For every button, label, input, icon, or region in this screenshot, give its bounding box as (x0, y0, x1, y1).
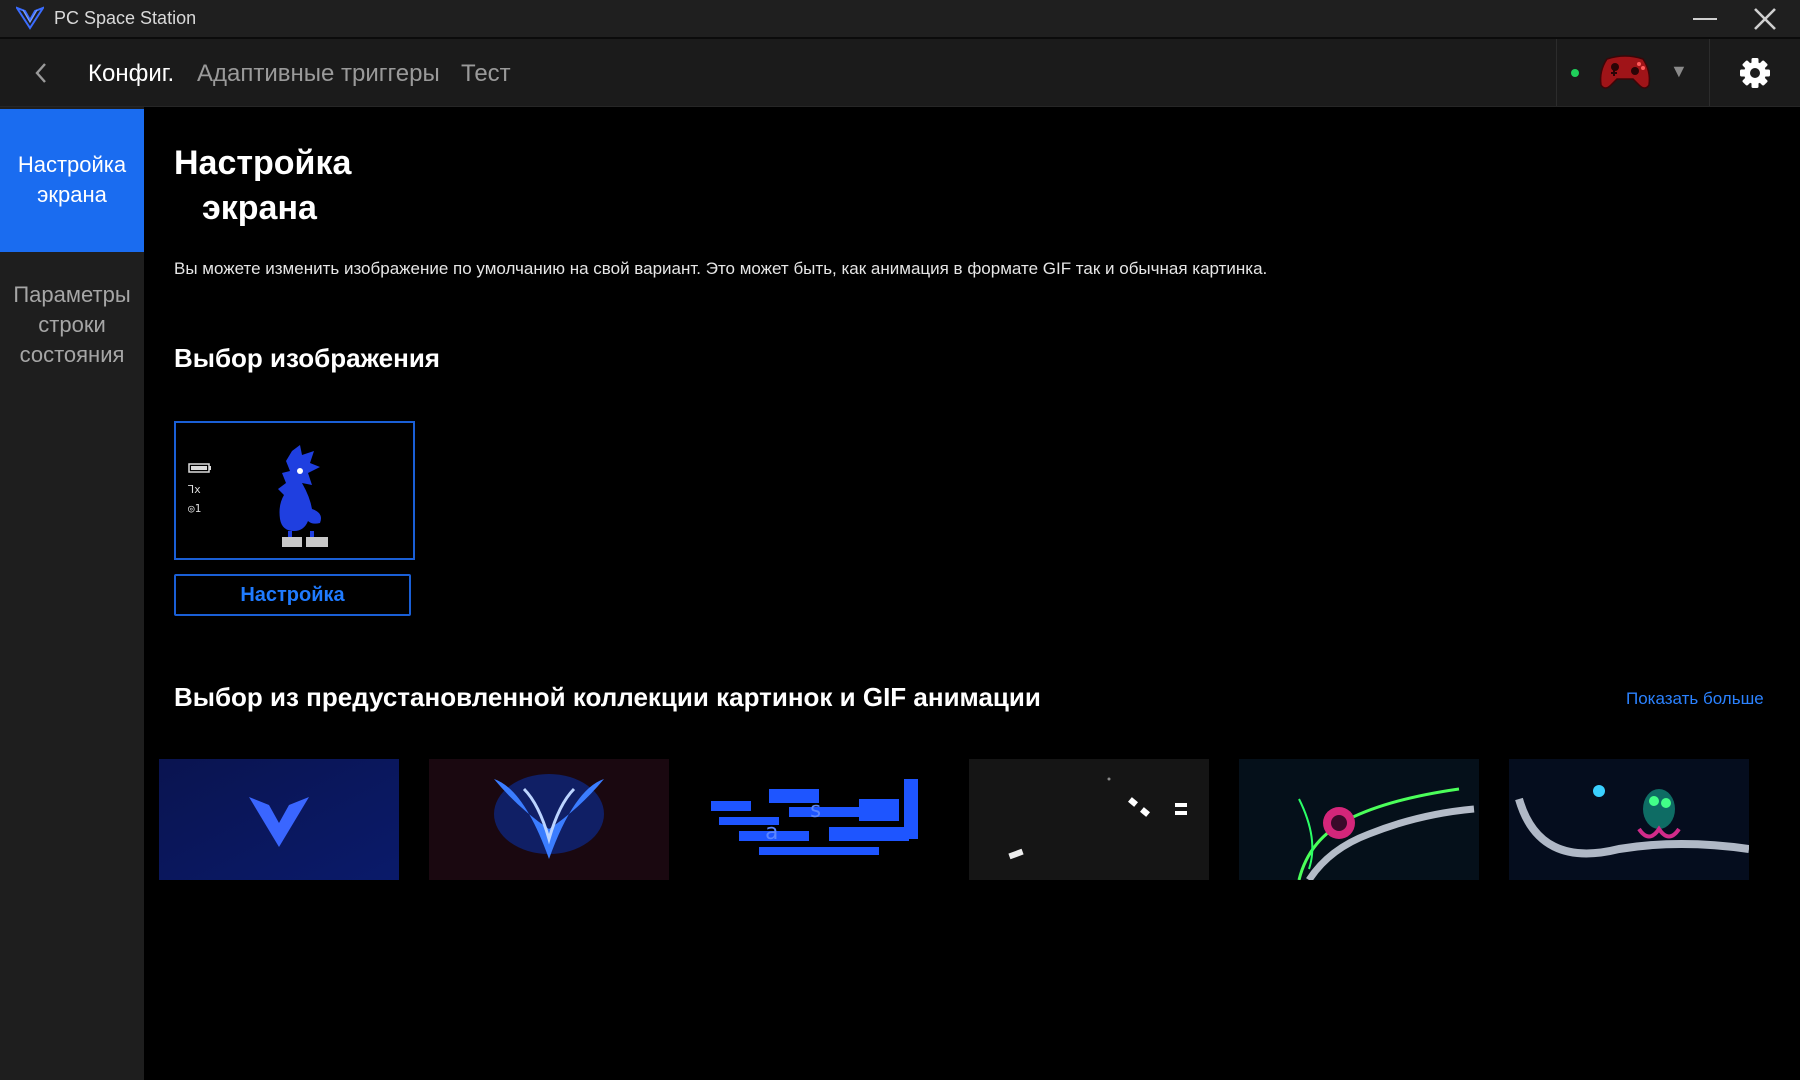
thumbnail-dark-particles[interactable] (969, 759, 1209, 880)
chevron-left-icon (35, 63, 46, 83)
sidebar-item-screen-settings[interactable]: Настройка экрана (0, 109, 144, 252)
battery-icon (188, 461, 212, 480)
close-button[interactable] (1740, 0, 1790, 37)
main-content: Настройка экрана Вы можете изменить изоб… (144, 107, 1800, 1080)
app-logo-icon (16, 6, 44, 30)
device-selector[interactable]: ▼ (1556, 39, 1710, 106)
sidebar-item-status-bar-params[interactable]: Параметры строки состояния (0, 280, 144, 370)
thumbnail-blue-logo[interactable] (159, 759, 399, 880)
preview-slot-row: Ꞁx (188, 480, 212, 499)
thumbnail-neon-octopus[interactable] (1509, 759, 1749, 880)
page-title-line1: Настройка (174, 144, 352, 182)
thumbnail-blue-flame-logo[interactable] (429, 759, 669, 880)
thumbnail-glitch-text[interactable]: s a (699, 759, 939, 880)
settings-button[interactable] (1736, 54, 1774, 92)
sidebar: Настройка экрана Параметры строки состоя… (0, 107, 144, 1080)
image-section-title: Выбор изображения (174, 343, 440, 373)
mascot-image (278, 445, 328, 547)
tab-config[interactable]: Конфиг. (88, 60, 174, 88)
page-title: Настройка экрана (174, 141, 394, 231)
chevron-down-icon: ▼ (1670, 61, 1688, 81)
current-image-preview[interactable]: Ꞁx ◎1 (174, 421, 415, 560)
thumbnail-neon-green-tentacle[interactable] (1239, 759, 1479, 880)
close-icon (1754, 8, 1776, 30)
show-more-link[interactable]: Показать больше (1626, 689, 1764, 709)
preview-slot-value: x (194, 483, 201, 496)
top-navigation: Конфиг. Адаптивные триггеры Тест ▼ (0, 39, 1800, 107)
preset-thumbnails: s a (159, 759, 1759, 880)
title-bar: PC Space Station (0, 0, 1800, 39)
minimize-button[interactable] (1680, 0, 1730, 37)
tab-adaptive-triggers[interactable]: Адаптивные триггеры (197, 60, 440, 88)
page-description: Вы можете изменить изображение по умолча… (174, 259, 1268, 278)
tab-test[interactable]: Тест (461, 60, 511, 88)
svg-text:s: s (809, 798, 822, 823)
profile-icon: ◎ (188, 502, 195, 515)
preview-status-list: Ꞁx ◎1 (188, 461, 212, 518)
app-title: PC Space Station (54, 8, 197, 28)
preview-profile-row: ◎1 (188, 499, 212, 518)
svg-text:a: a (765, 820, 778, 845)
back-button[interactable] (26, 57, 56, 89)
gamepad-icon (1599, 55, 1651, 89)
connection-status-dot (1571, 69, 1579, 77)
preview-profile-value: 1 (194, 502, 202, 515)
configure-button[interactable]: Настройка (174, 574, 411, 616)
page-title-line2: экрана (202, 189, 317, 227)
collection-section-title: Выбор из предустановленной коллекции кар… (174, 682, 1041, 712)
gear-icon (1740, 58, 1770, 88)
